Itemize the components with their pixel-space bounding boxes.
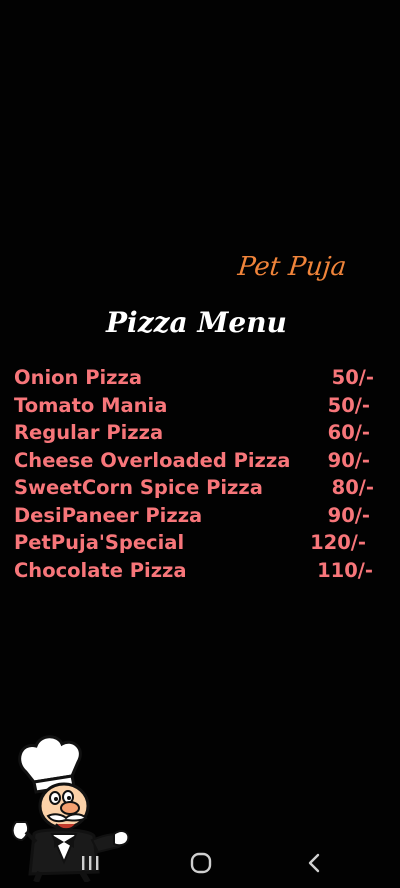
home-button[interactable]: [181, 850, 221, 876]
menu-screen: Pet Puja Pizza Menu Onion Pizza 50/- Tom…: [0, 0, 400, 888]
menu-item-name: Regular Pizza: [14, 421, 164, 444]
menu-item-name: Cheese Overloaded Pizza: [14, 448, 291, 472]
recent-apps-button[interactable]: [70, 850, 110, 876]
back-icon: [308, 853, 320, 873]
menu-item-price: 110/-: [317, 558, 373, 582]
menu-item-name: Onion Pizza: [14, 366, 143, 389]
menu-item-price: 120/-: [310, 531, 366, 554]
menu-item-price: 50/-: [327, 393, 370, 417]
menu-list: Onion Pizza 50/- Tomato Mania 50/- Regul…: [14, 364, 384, 584]
menu-item-price: 90/-: [327, 503, 370, 527]
menu-item: Onion Pizza 50/-: [14, 364, 384, 392]
menu-item-price: 90/-: [327, 448, 370, 472]
menu-item: Regular Pizza 60/-: [14, 419, 384, 447]
menu-item-price: 80/-: [331, 476, 374, 499]
brand-name: Pet Puja: [236, 252, 348, 282]
home-icon: [190, 852, 212, 874]
menu-item: SweetCorn Spice Pizza 80/-: [14, 474, 384, 502]
menu-item: Chocolate Pizza 110/-: [14, 557, 384, 585]
back-button[interactable]: [294, 850, 334, 876]
menu-title: Pizza Menu: [106, 306, 287, 339]
menu-item-name: Chocolate Pizza: [14, 558, 187, 582]
menu-item: Cheese Overloaded Pizza 90/-: [14, 447, 384, 475]
menu-item-name: Tomato Mania: [14, 393, 168, 417]
menu-item: Tomato Mania 50/-: [14, 392, 384, 420]
menu-item-name: SweetCorn Spice Pizza: [14, 476, 263, 499]
menu-item-price: 60/-: [327, 421, 370, 444]
menu-item-price: 50/-: [331, 366, 374, 389]
menu-item: DesiPaneer Pizza 90/-: [14, 502, 384, 530]
menu-item: PetPuja'Special 120/-: [14, 529, 384, 557]
recent-apps-icon: [82, 856, 99, 870]
menu-item-name: DesiPaneer Pizza: [14, 503, 203, 527]
menu-item-name: PetPuja'Special: [14, 531, 185, 554]
navigation-bar: [0, 838, 400, 888]
